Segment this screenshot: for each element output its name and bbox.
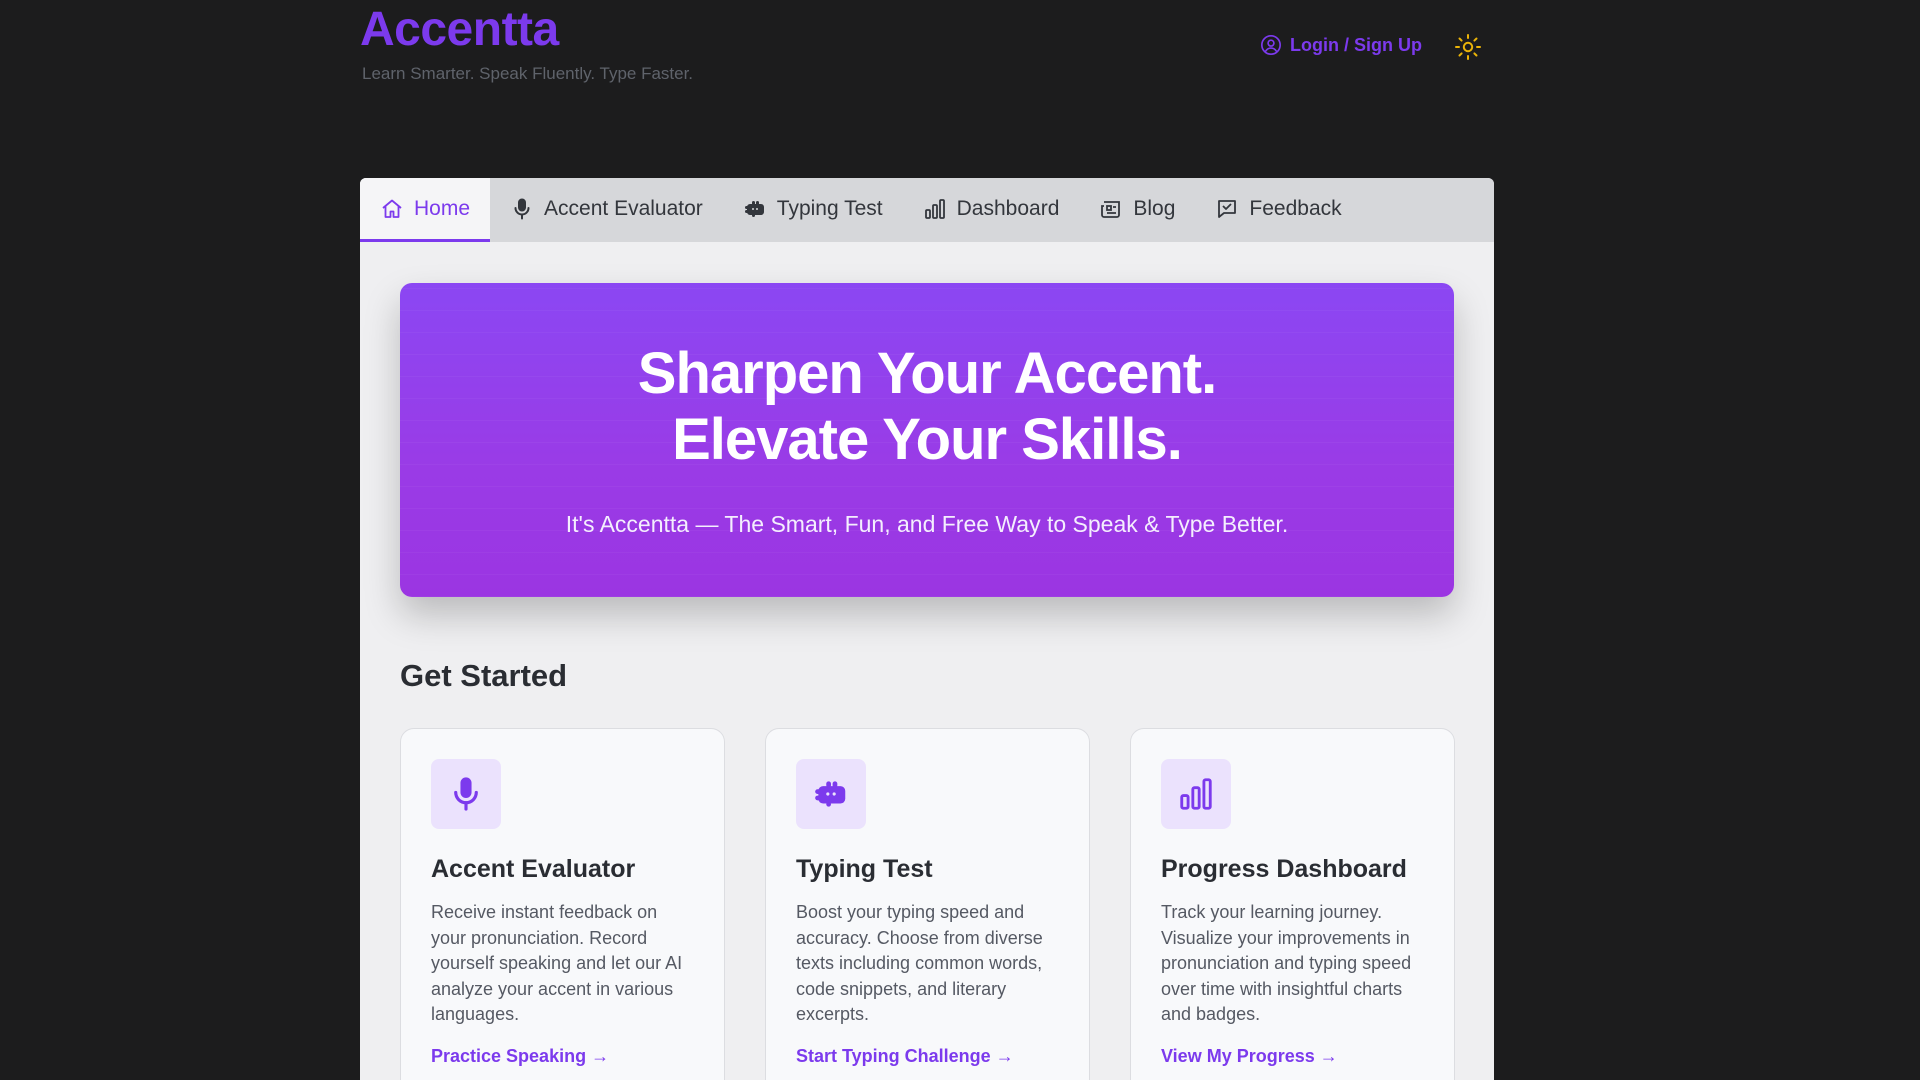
keyboard-icon: [744, 200, 764, 217]
logo[interactable]: Accentta: [360, 0, 693, 60]
card-description: Boost your typing speed and accuracy. Ch…: [796, 902, 1043, 1024]
tab-dashboard[interactable]: Dashboard: [903, 178, 1080, 242]
tab-home[interactable]: Home: [360, 178, 491, 242]
hero-banner: Sharpen Your Accent. Elevate Your Skills…: [400, 283, 1454, 597]
bar-chart-icon: [1180, 778, 1212, 810]
keyboard-icon: [815, 781, 846, 807]
tab-accent-evaluator[interactable]: Accent Evaluator: [490, 178, 723, 242]
card-description: Receive instant feedback on your pronunc…: [431, 902, 683, 1024]
card-title: Typing Test: [796, 855, 933, 883]
site-header: Accentta Learn Smarter. Speak Fluently. …: [0, 0, 1920, 170]
tab-feedback-label: Feedback: [1249, 196, 1342, 220]
card-title: Accent Evaluator: [431, 855, 636, 883]
newspaper-icon: [1101, 200, 1121, 218]
view-my-progress-link[interactable]: View My Progress →: [1161, 1046, 1424, 1067]
tab-typing-test-label: Typing Test: [776, 196, 883, 220]
sun-icon[interactable]: [1454, 33, 1482, 61]
login-signup-link[interactable]: Login / Sign Up: [1260, 34, 1422, 56]
get-started-title: Get Started: [400, 658, 568, 693]
tab-blog[interactable]: Blog: [1079, 178, 1195, 242]
tab-blog-label: Blog: [1133, 196, 1176, 220]
card-typing-test: Typing Test Boost your typing speed and …: [765, 728, 1090, 1080]
brand: Accentta Learn Smarter. Speak Fluently. …: [360, 0, 693, 84]
practice-speaking-link[interactable]: Practice Speaking →: [431, 1046, 694, 1067]
card-progress-dashboard: Progress Dashboard Track your learning j…: [1130, 728, 1455, 1080]
user-circle-icon: [1261, 35, 1281, 55]
hero-title: Sharpen Your Accent. Elevate Your Skills…: [400, 341, 1454, 473]
microphone-icon: [514, 198, 530, 219]
start-typing-challenge-link[interactable]: Start Typing Challenge →: [796, 1046, 1059, 1067]
card-accent-evaluator: Accent Evaluator Receive instant feedbac…: [400, 728, 725, 1080]
tab-home-label: Home: [414, 196, 471, 220]
login-label: Login / Sign Up: [1290, 34, 1422, 55]
main-panel: Home Accent Evaluator Typing Test Dashbo…: [360, 178, 1494, 1080]
feature-cards: Accent Evaluator Receive instant feedbac…: [400, 728, 1455, 1080]
hero-title-line1: Sharpen Your Accent.: [637, 341, 1217, 406]
hero-subtitle: It's Accentta — The Smart, Fun, and Free…: [565, 511, 1289, 537]
tab-dashboard-label: Dashboard: [956, 196, 1060, 220]
card-title: Progress Dashboard: [1161, 855, 1407, 883]
card-icon-box: [1161, 759, 1231, 829]
tab-feedback[interactable]: Feedback: [1195, 178, 1361, 242]
bar-chart-icon: [924, 198, 945, 219]
tagline: Learn Smarter. Speak Fluently. Type Fast…: [362, 64, 694, 83]
tab-typing-test[interactable]: Typing Test: [723, 178, 903, 242]
microphone-icon: [454, 777, 478, 811]
hero-title-line2: Elevate Your Skills.: [672, 407, 1183, 472]
card-description: Track your learning journey. Visualize y…: [1161, 902, 1412, 1024]
card-icon-box: [796, 759, 866, 829]
message-icon: [1218, 199, 1237, 218]
tab-accent-evaluator-label: Accent Evaluator: [544, 196, 703, 220]
card-icon-box: [431, 759, 501, 829]
home-icon: [382, 199, 402, 218]
main-nav: Home Accent Evaluator Typing Test Dashbo…: [360, 178, 1494, 242]
